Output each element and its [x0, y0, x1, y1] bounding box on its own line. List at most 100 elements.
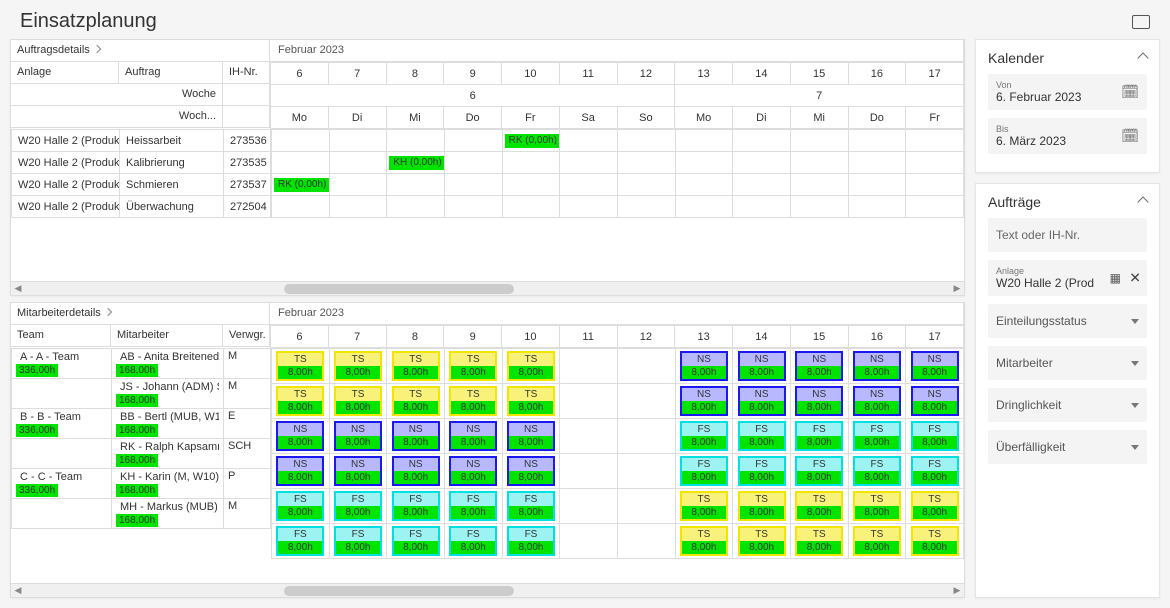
orders-hscroll[interactable]: ◀ ▶ [11, 281, 964, 295]
table-row: NS8,00h NS8,00h NS8,00h NS8,00h NS8,00h FS8,0… [272, 454, 964, 489]
search-input[interactable]: Text oder IH-Nr. [988, 218, 1147, 252]
shift-chip[interactable]: NS8,00h [507, 456, 555, 486]
collapse-icon[interactable] [1139, 51, 1147, 65]
orders-section-header[interactable]: Auftragsdetails [11, 40, 270, 62]
table-cell: W20 Halle 2 (Produkti... [12, 130, 120, 152]
col-verwgr[interactable]: Verwgr. [223, 325, 270, 347]
shift-chip[interactable]: FS8,00h [449, 526, 497, 556]
shift-chip[interactable]: NS8,00h [911, 351, 959, 381]
shift-chip[interactable]: FS8,00h [680, 421, 728, 451]
shift-chip[interactable]: FS8,00h [853, 421, 901, 451]
shift-chip[interactable]: NS8,00h [334, 456, 382, 486]
shift-chip[interactable]: NS8,00h [680, 386, 728, 416]
shift-chip[interactable]: TS8,00h [392, 351, 440, 381]
kalender-title: Kalender [988, 50, 1044, 66]
col-anlage[interactable]: Anlage [11, 62, 119, 84]
col-team[interactable]: Team [11, 325, 111, 347]
shift-chip[interactable]: NS8,00h [392, 421, 440, 451]
shift-chip[interactable]: FS8,00h [795, 456, 843, 486]
col-ih[interactable]: IH-Nr. [223, 62, 270, 84]
ueberfaelligkeit-select[interactable]: Überfälligkeit [988, 430, 1147, 464]
shift-chip[interactable]: FS8,00h [680, 456, 728, 486]
shift-chip[interactable]: NS8,00h [334, 421, 382, 451]
assignment-chip[interactable]: KH (0,00h) [389, 156, 444, 170]
shift-chip[interactable]: FS8,00h [507, 526, 555, 556]
shift-chip[interactable]: NS8,00h [276, 421, 324, 451]
table-row: NS8,00h NS8,00h NS8,00h NS8,00h NS8,00h FS8,0… [272, 419, 964, 454]
shift-chip[interactable]: NS8,00h [853, 351, 901, 381]
shift-chip[interactable]: FS8,00h [392, 491, 440, 521]
employees-hscroll[interactable]: ◀ ▶ [11, 583, 964, 597]
fullscreen-icon[interactable] [1132, 15, 1150, 29]
page-title: Einsatzplanung [20, 10, 157, 33]
table-row: JS - Johann (ADM) Stadln168,00h M [12, 379, 271, 409]
calendar-icon[interactable]: 🗓 [1121, 84, 1139, 101]
shift-chip[interactable]: TS8,00h [795, 526, 843, 556]
shift-chip[interactable]: TS8,00h [738, 491, 786, 521]
shift-chip[interactable]: FS8,00h [334, 491, 382, 521]
table-cell: 272504 [224, 196, 271, 218]
shift-chip[interactable]: NS8,00h [795, 351, 843, 381]
row-dow: Woch... [11, 106, 223, 128]
shift-chip[interactable]: TS8,00h [911, 491, 959, 521]
date-to[interactable]: Bis 6. März 2023 🗓 [988, 118, 1147, 154]
calendar-icon[interactable]: 🗓 [1121, 128, 1139, 145]
shift-chip[interactable]: TS8,00h [334, 351, 382, 381]
shift-chip[interactable]: FS8,00h [334, 526, 382, 556]
shift-chip[interactable]: TS8,00h [449, 386, 497, 416]
shift-chip[interactable]: TS8,00h [507, 386, 555, 416]
collapse-icon[interactable] [1139, 195, 1147, 209]
shift-chip[interactable]: FS8,00h [738, 456, 786, 486]
shift-chip[interactable]: FS8,00h [853, 456, 901, 486]
shift-chip[interactable]: TS8,00h [507, 351, 555, 381]
shift-chip[interactable]: TS8,00h [795, 491, 843, 521]
shift-chip[interactable]: TS8,00h [853, 526, 901, 556]
shift-chip[interactable]: FS8,00h [911, 456, 959, 486]
shift-chip[interactable]: FS8,00h [449, 491, 497, 521]
shift-chip[interactable]: NS8,00h [911, 386, 959, 416]
col-mitarbeiter[interactable]: Mitarbeiter [111, 325, 223, 347]
table-row: FS8,00h FS8,00h FS8,00h FS8,00h FS8,00h TS8,0… [272, 489, 964, 524]
shift-chip[interactable]: TS8,00h [449, 351, 497, 381]
mitarbeiter-select[interactable]: Mitarbeiter [988, 346, 1147, 380]
shift-chip[interactable]: TS8,00h [334, 386, 382, 416]
shift-chip[interactable]: TS8,00h [276, 386, 324, 416]
dringlichkeit-select[interactable]: Dringlichkeit [988, 388, 1147, 422]
table-row: MH - Markus (MUB) Hob168,00h M [12, 499, 271, 529]
shift-chip[interactable]: NS8,00h [680, 351, 728, 381]
table-cell: W20 Halle 2 (Produkti... [12, 152, 120, 174]
shift-chip[interactable]: FS8,00h [795, 421, 843, 451]
shift-chip[interactable]: NS8,00h [738, 386, 786, 416]
grid-icon[interactable]: ▦ [1110, 271, 1121, 285]
table-cell: 273537 [224, 174, 271, 196]
shift-chip[interactable]: TS8,00h [853, 491, 901, 521]
shift-chip[interactable]: FS8,00h [738, 421, 786, 451]
shift-chip[interactable]: TS8,00h [911, 526, 959, 556]
shift-chip[interactable]: NS8,00h [853, 386, 901, 416]
shift-chip[interactable]: FS8,00h [276, 526, 324, 556]
shift-chip[interactable]: FS8,00h [911, 421, 959, 451]
shift-chip[interactable]: TS8,00h [392, 386, 440, 416]
shift-chip[interactable]: TS8,00h [680, 526, 728, 556]
shift-chip[interactable]: FS8,00h [507, 491, 555, 521]
shift-chip[interactable]: NS8,00h [795, 386, 843, 416]
shift-chip[interactable]: TS8,00h [680, 491, 728, 521]
col-auftrag[interactable]: Auftrag [119, 62, 223, 84]
shift-chip[interactable]: NS8,00h [449, 456, 497, 486]
status-select[interactable]: Einteilungsstatus [988, 304, 1147, 338]
shift-chip[interactable]: NS8,00h [392, 456, 440, 486]
shift-chip[interactable]: NS8,00h [449, 421, 497, 451]
clear-icon[interactable]: ✕ [1129, 270, 1141, 287]
date-from[interactable]: Von 6. Februar 2023 🗓 [988, 74, 1147, 110]
shift-chip[interactable]: NS8,00h [276, 456, 324, 486]
shift-chip[interactable]: NS8,00h [738, 351, 786, 381]
shift-chip[interactable]: NS8,00h [507, 421, 555, 451]
shift-chip[interactable]: TS8,00h [738, 526, 786, 556]
assignment-chip[interactable]: RK (0,00h) [505, 134, 560, 148]
shift-chip[interactable]: TS8,00h [276, 351, 324, 381]
shift-chip[interactable]: FS8,00h [276, 491, 324, 521]
assignment-chip[interactable]: RK (0,00h) [274, 178, 329, 192]
employees-section-header[interactable]: Mitarbeiterdetails [11, 303, 270, 325]
shift-chip[interactable]: FS8,00h [392, 526, 440, 556]
anlage-select[interactable]: Anlage W20 Halle 2 (Prod ▦ ✕ [988, 260, 1147, 296]
